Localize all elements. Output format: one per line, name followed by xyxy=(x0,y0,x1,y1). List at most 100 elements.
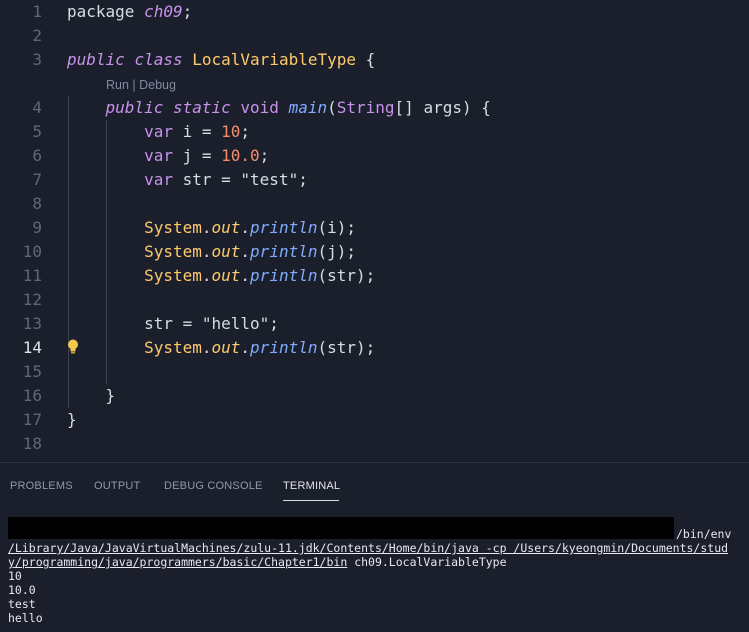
code-line[interactable]: 14 System.out.println(str); xyxy=(0,336,749,360)
code-line[interactable]: 2 xyxy=(0,24,749,48)
terminal-output-line: hello xyxy=(8,611,43,625)
code-text: package ch09; xyxy=(67,0,192,24)
code-token: System xyxy=(144,242,202,261)
code-token: ; xyxy=(269,314,279,333)
code-text: public static void main(String[] args) { xyxy=(67,96,491,120)
lightbulb-icon[interactable] xyxy=(66,338,80,356)
code-token: str = xyxy=(67,314,202,333)
tab-debug-console[interactable]: DEBUG CONSOLE xyxy=(164,480,263,492)
code-text: System.out.println(str); xyxy=(67,264,375,288)
code-token: System xyxy=(144,266,202,285)
code-text: var str = "test"; xyxy=(67,168,308,192)
line-number: 5 xyxy=(32,122,42,141)
terminal-output-line: test xyxy=(8,597,36,611)
classpath-link[interactable]: y/programming/java/programmers/basic/Cha… xyxy=(8,555,347,569)
code-line[interactable]: 13 str = "hello"; xyxy=(0,312,749,336)
bottom-panel: PROBLEMS OUTPUT DEBUG CONSOLE TERMINAL /… xyxy=(0,462,749,632)
code-line[interactable]: 5 var i = 10; xyxy=(0,120,749,144)
code-token: . xyxy=(201,266,212,285)
redaction-bar xyxy=(8,517,674,539)
terminal-output-line: 10 xyxy=(8,569,22,583)
line-number: 11 xyxy=(22,266,42,285)
code-token: println xyxy=(250,338,318,357)
code-token: . xyxy=(240,338,251,357)
code-line[interactable]: 17} xyxy=(0,408,749,432)
code-line[interactable]: 8 xyxy=(0,192,749,216)
code-token: var xyxy=(144,170,173,189)
code-token: 10 xyxy=(221,122,241,141)
code-token: ; xyxy=(182,2,193,21)
code-token: . xyxy=(201,218,212,237)
active-tab-indicator xyxy=(283,500,339,501)
line-number: 18 xyxy=(22,434,42,453)
code-token: String xyxy=(336,98,395,117)
code-token: LocalVariableType xyxy=(192,50,357,69)
code-token: "hello" xyxy=(201,314,270,333)
code-token: println xyxy=(250,242,318,261)
line-number: 4 xyxy=(32,98,42,117)
code-token: (i); xyxy=(317,218,357,237)
line-number: 1 xyxy=(32,2,42,21)
code-line[interactable]: 12 xyxy=(0,288,749,312)
code-token: ; xyxy=(259,146,270,165)
code-line[interactable]: 18 xyxy=(0,432,749,456)
code-token: i = xyxy=(172,122,222,141)
code-editor[interactable]: Run | Debug 1 package ch09; 2 3 public class… xyxy=(0,0,749,462)
code-token: . xyxy=(240,218,251,237)
code-token: main xyxy=(288,98,328,117)
code-token: "test" xyxy=(240,170,299,189)
line-number: 6 xyxy=(32,146,42,165)
code-line[interactable]: 3 public class LocalVariableType { xyxy=(0,48,749,72)
code-token: println xyxy=(250,266,318,285)
code-text: public class LocalVariableType { xyxy=(67,48,375,72)
code-token: class xyxy=(134,50,183,69)
code-line[interactable]: 6 var j = 10.0; xyxy=(0,144,749,168)
terminal-line-env: /bin/env xyxy=(676,527,732,541)
code-line[interactable]: 4 public static void main(String[] args)… xyxy=(0,96,749,120)
line-number: 9 xyxy=(32,218,42,237)
code-token: [] args) { xyxy=(394,98,491,117)
code-token: { xyxy=(356,50,376,69)
code-token: println xyxy=(250,218,318,237)
code-token: . xyxy=(201,338,212,357)
code-line[interactable]: 11 System.out.println(str); xyxy=(0,264,749,288)
code-token: out xyxy=(211,338,241,357)
line-number: 8 xyxy=(32,194,42,213)
line-number: 14 xyxy=(22,338,42,357)
terminal-line-classpath: y/programming/java/programmers/basic/Cha… xyxy=(8,555,507,569)
run-debug-codelens[interactable]: Run | Debug xyxy=(106,76,176,94)
line-number: 17 xyxy=(22,410,42,429)
panel-tabs: PROBLEMS OUTPUT DEBUG CONSOLE TERMINAL xyxy=(0,463,749,503)
tab-output[interactable]: OUTPUT xyxy=(94,480,140,492)
code-line[interactable]: 1 package ch09; xyxy=(0,0,749,24)
tab-problems[interactable]: PROBLEMS xyxy=(10,480,73,492)
code-token: ; xyxy=(240,122,251,141)
code-token: out xyxy=(211,218,241,237)
code-line[interactable]: 7 var str = "test"; xyxy=(0,168,749,192)
code-token: ; xyxy=(298,170,308,189)
code-token: public xyxy=(67,50,125,69)
line-number: 7 xyxy=(32,170,42,189)
code-text: var i = 10; xyxy=(67,120,250,144)
code-token: static xyxy=(172,98,231,117)
line-number: 2 xyxy=(32,26,42,45)
code-token: . xyxy=(240,242,251,261)
code-token: . xyxy=(240,266,251,285)
line-number: 12 xyxy=(22,290,42,309)
code-line[interactable]: 10 System.out.println(j); xyxy=(0,240,749,264)
code-text: var j = 10.0; xyxy=(67,144,269,168)
code-line[interactable]: 9 System.out.println(i); xyxy=(0,216,749,240)
code-line[interactable]: 16 } xyxy=(0,384,749,408)
code-line[interactable]: 15 xyxy=(0,360,749,384)
tab-terminal[interactable]: TERMINAL xyxy=(283,480,340,492)
code-token: void xyxy=(240,98,279,117)
terminal-line-java-cmd: /Library/Java/JavaVirtualMachines/zulu-1… xyxy=(8,541,729,555)
line-number: 13 xyxy=(22,314,42,333)
line-number: 16 xyxy=(22,386,42,405)
line-number: 15 xyxy=(22,362,42,381)
